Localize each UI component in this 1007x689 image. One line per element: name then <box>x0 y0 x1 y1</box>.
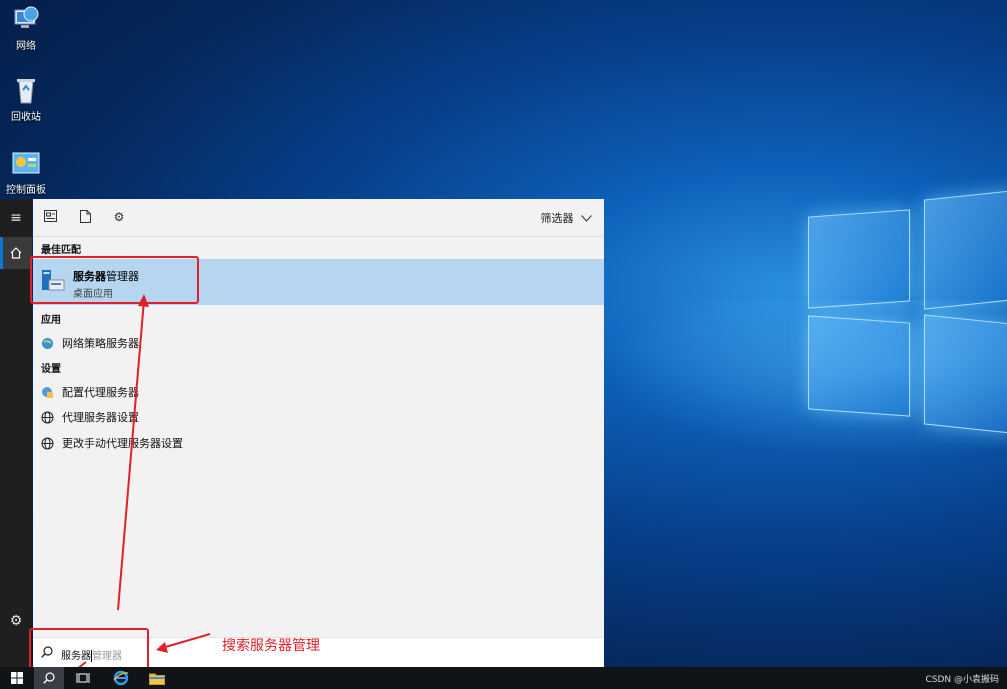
annotation-arrows <box>62 294 211 681</box>
folder-icon <box>149 673 165 685</box>
task-view-icon <box>76 673 90 683</box>
annotation-caption: 搜索服务器管理 <box>222 638 320 654</box>
search-icon <box>43 672 55 684</box>
task-view-button[interactable] <box>68 667 98 689</box>
watermark: CSDN @小袁搬码 <box>925 675 999 685</box>
windows-logo-icon <box>11 672 23 684</box>
internet-explorer-icon <box>113 670 129 686</box>
taskbar-file-explorer[interactable] <box>142 667 172 689</box>
taskbar-internet-explorer[interactable] <box>106 667 136 689</box>
taskbar: CSDN @小袁搬码 <box>0 667 1007 689</box>
taskbar-search-button[interactable] <box>34 667 64 689</box>
start-button[interactable] <box>2 667 32 689</box>
